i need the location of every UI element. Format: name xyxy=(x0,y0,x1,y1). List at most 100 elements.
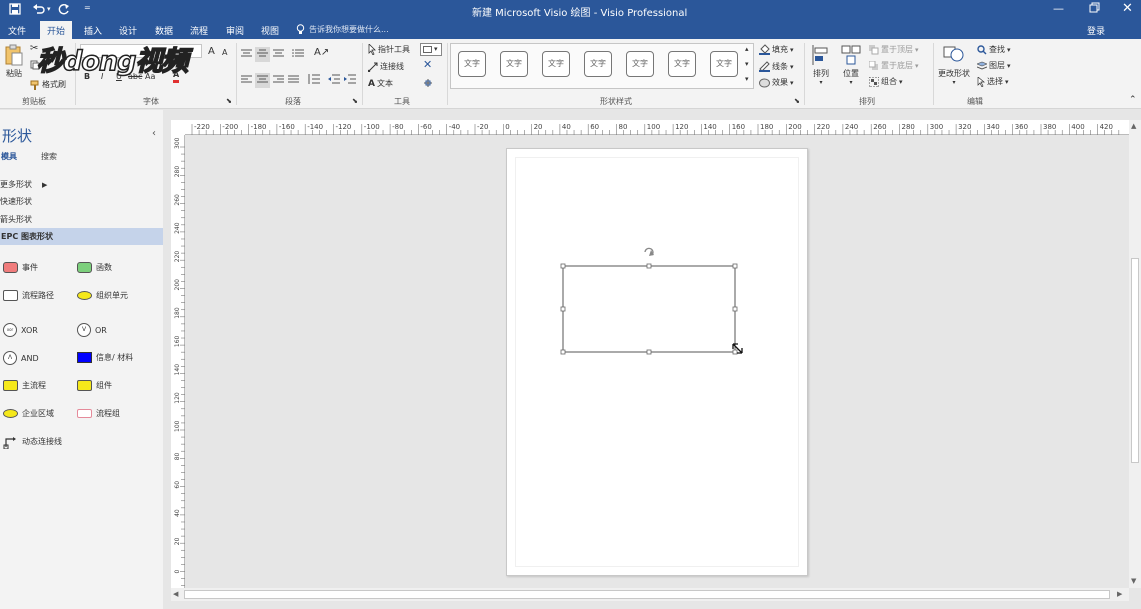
layers-button[interactable]: 图层 ▾ xyxy=(977,60,1011,71)
group-button[interactable]: 组合 ▾ xyxy=(869,76,903,87)
stencil-epc-shapes[interactable]: EPC 图表形状 xyxy=(0,228,163,245)
find-button[interactable]: 查找 ▾ xyxy=(977,44,1011,55)
scroll-down-icon[interactable]: ▼ xyxy=(1131,577,1136,585)
position-button[interactable]: 位置 ▾ xyxy=(838,44,864,86)
shape-styles-dialog-launcher-icon[interactable]: ⬊ xyxy=(794,97,800,105)
stencil-quick-shapes[interactable]: 快速形状 xyxy=(0,196,32,207)
tab-process[interactable]: 流程 xyxy=(190,24,208,37)
drawing-tools-dropdown[interactable]: ▾ xyxy=(420,43,442,56)
tab-stencils[interactable]: 模具 xyxy=(1,151,17,162)
more-shapes-item[interactable]: 更多形状 ▶ xyxy=(0,179,47,190)
close-x-icon[interactable]: ✕ xyxy=(423,58,432,71)
send-to-back-button[interactable]: 置于底层 ▾ xyxy=(869,60,919,71)
align-button[interactable]: 排列 ▾ xyxy=(808,44,834,86)
restore-icon[interactable] xyxy=(1089,2,1101,17)
text-direction-icon[interactable]: A↗ xyxy=(314,47,329,58)
shape-main-process[interactable]: 主流程 xyxy=(3,380,46,391)
decrease-indent-icon[interactable] xyxy=(328,74,340,86)
bullets-icon[interactable] xyxy=(292,49,304,60)
shape-dynamic-connector[interactable]: 动态连接线 xyxy=(3,434,62,449)
style-swatch[interactable]: 文字 xyxy=(500,51,528,77)
grow-font-icon[interactable]: A xyxy=(208,46,215,57)
bring-to-front-button[interactable]: 置于顶层 ▾ xyxy=(869,44,919,55)
tab-view[interactable]: 视图 xyxy=(261,24,279,37)
shape-function[interactable]: 函数 xyxy=(77,262,112,273)
change-shape-button[interactable]: 更改形状 ▾ xyxy=(936,44,972,86)
redo-icon[interactable] xyxy=(58,3,70,18)
paragraph-dialog-launcher-icon[interactable]: ⬊ xyxy=(352,97,358,105)
style-swatch[interactable]: 文字 xyxy=(542,51,570,77)
connector-tool-button[interactable]: 连接线 xyxy=(368,61,404,72)
tab-insert[interactable]: 插入 xyxy=(84,24,102,37)
undo-dropdown-icon[interactable]: ▾ xyxy=(47,5,51,13)
align-right-icon[interactable] xyxy=(273,75,284,86)
horizontal-scroll-thumb[interactable] xyxy=(184,590,1110,599)
vertical-scrollbar[interactable]: ▲ ▼ xyxy=(1129,120,1141,588)
selected-rectangle-shape[interactable] xyxy=(555,242,750,362)
minimize-icon[interactable]: — xyxy=(1053,2,1064,15)
font-dialog-launcher-icon[interactable]: ⬊ xyxy=(226,97,232,105)
save-icon[interactable] xyxy=(9,3,21,18)
paragraph-spacing-icon[interactable] xyxy=(308,74,320,86)
text-tool-button[interactable]: A 文本 xyxy=(368,78,393,89)
tab-review[interactable]: 审阅 xyxy=(226,24,244,37)
scroll-up-icon[interactable]: ▲ xyxy=(1131,122,1136,130)
gallery-down-icon[interactable]: ▾ xyxy=(745,60,749,68)
tab-home[interactable]: 开始 xyxy=(40,21,73,39)
style-swatch[interactable]: 文字 xyxy=(584,51,612,77)
align-top-icon[interactable] xyxy=(241,49,252,60)
shape-component[interactable]: 组件 xyxy=(77,380,112,391)
shape-or[interactable]: V OR xyxy=(77,323,107,337)
sign-in-link[interactable]: 登录 xyxy=(1087,24,1105,37)
increase-indent-icon[interactable] xyxy=(344,74,356,86)
shape-process-path[interactable]: 流程路径 xyxy=(3,290,54,301)
gallery-more-icon[interactable]: ▾ xyxy=(745,75,749,83)
pointer-tool-button[interactable]: 指针工具 xyxy=(368,44,410,55)
align-bottom-icon[interactable] xyxy=(273,49,284,60)
gallery-up-icon[interactable]: ▴ xyxy=(745,45,749,53)
style-swatch[interactable]: 文字 xyxy=(668,51,696,77)
style-swatch[interactable]: 文字 xyxy=(458,51,486,77)
shrink-font-icon[interactable]: A xyxy=(222,48,227,57)
collapse-panel-icon[interactable]: ‹ xyxy=(152,128,156,139)
shape-xor[interactable]: xor XOR xyxy=(3,323,38,337)
shape-org-unit[interactable]: 组织单元 xyxy=(77,290,128,301)
tab-file[interactable]: 文件 xyxy=(8,24,26,37)
justify-icon[interactable] xyxy=(288,75,299,86)
fill-button[interactable]: 填充 ▾ xyxy=(759,44,794,55)
shape-event[interactable]: 事件 xyxy=(3,262,38,273)
stencil-arrow-shapes[interactable]: 箭头形状 xyxy=(0,214,32,225)
select-button[interactable]: 选择 ▾ xyxy=(977,76,1009,87)
shapes-panel: 形状 ‹ 模具 搜索 更多形状 ▶ 快速形状 箭头形状 EPC 图表形状 事件 … xyxy=(0,110,163,609)
vertical-scroll-thumb[interactable] xyxy=(1131,258,1139,463)
connection-point-icon[interactable] xyxy=(422,77,434,91)
undo-icon[interactable] xyxy=(32,3,46,18)
shape-enterprise-area[interactable]: 企业区域 xyxy=(3,408,54,419)
align-middle-icon[interactable] xyxy=(255,47,270,62)
paste-button[interactable]: 粘贴 xyxy=(2,44,26,79)
line-button[interactable]: 线条 ▾ xyxy=(759,61,794,72)
close-window-icon[interactable]: ✕ xyxy=(1122,1,1133,16)
tab-data[interactable]: 数据 xyxy=(155,24,173,37)
drawing-page[interactable] xyxy=(506,148,808,576)
align-left-icon[interactable] xyxy=(241,75,252,86)
vertical-ruler[interactable]: 300 280 260 240 220 200 180 160 140 120 100 80 60 40 2… xyxy=(171,135,185,594)
effects-button[interactable]: 效果 ▾ xyxy=(759,77,794,88)
horizontal-ruler[interactable]: -220 -200 -180 -160 -140 -120 -100 -80 -60 -40 -20… xyxy=(185,120,1129,135)
format-painter-button[interactable]: 格式刷 xyxy=(30,79,66,90)
collapse-ribbon-icon[interactable]: ⌃ xyxy=(1129,95,1137,105)
scroll-left-icon[interactable]: ◀ xyxy=(173,590,178,598)
align-center-icon[interactable] xyxy=(255,73,270,88)
customize-quick-access-icon[interactable]: = xyxy=(84,3,91,12)
shape-info-material[interactable]: 信息/ 材料 xyxy=(77,352,133,363)
style-swatch[interactable]: 文字 xyxy=(626,51,654,77)
horizontal-scrollbar[interactable]: ◀ ▶ xyxy=(171,588,1129,601)
tell-me-box[interactable]: 告诉我你想要做什么... xyxy=(296,24,389,35)
tab-search[interactable]: 搜索 xyxy=(41,151,57,162)
shape-process-group[interactable]: 流程组 xyxy=(77,408,120,419)
scroll-right-icon[interactable]: ▶ xyxy=(1117,590,1122,598)
shape-styles-gallery[interactable]: 文字 文字 文字 文字 文字 文字 文字 ▴ ▾ ▾ xyxy=(450,43,754,89)
shape-and[interactable]: Λ AND xyxy=(3,351,39,365)
tab-design[interactable]: 设计 xyxy=(119,24,137,37)
style-swatch[interactable]: 文字 xyxy=(710,51,738,77)
